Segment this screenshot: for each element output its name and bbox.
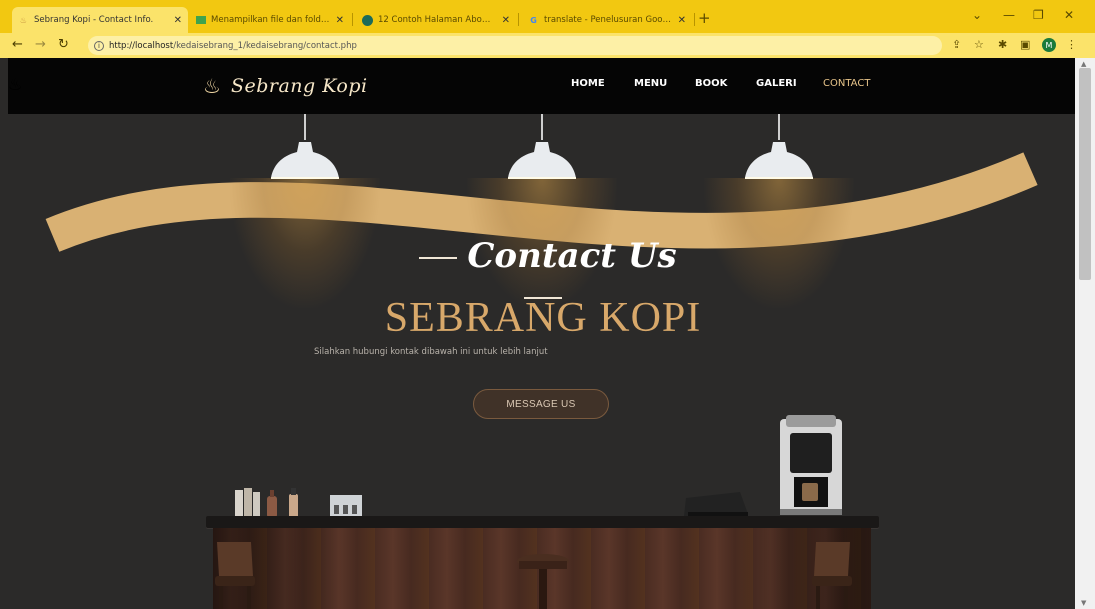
profile-avatar[interactable]: M <box>1042 38 1056 52</box>
title-dash-left <box>419 257 458 259</box>
browser-tabstrip: ♨ Sebrang Kopi - Contact Info. ✕ Menampi… <box>0 0 1095 33</box>
close-tab-icon[interactable]: ✕ <box>336 15 344 26</box>
page-title-text: Contact Us <box>467 236 677 276</box>
tab-menampilkan-file[interactable]: Menampilkan file dan folder ter ✕ <box>190 7 350 33</box>
site-logo[interactable]: ♨ Sebrang Kopi <box>203 74 368 98</box>
new-tab-button[interactable]: + <box>698 10 711 26</box>
bookmark-star-icon[interactable]: ☆ <box>974 38 984 52</box>
pendant-lamp <box>694 114 864 314</box>
bar-chair-right <box>812 542 852 609</box>
coffee-cup-icon: ♨ <box>203 74 221 98</box>
tab-title: Sebrang Kopi - Contact Info. <box>34 15 154 25</box>
tab-translate[interactable]: G translate - Penelusuran Google ✕ <box>522 7 692 33</box>
tab-contoh-halaman[interactable]: 12 Contoh Halaman About yang ✕ <box>356 7 516 33</box>
nav-home[interactable]: HOME <box>571 78 605 89</box>
extensions-icon[interactable]: ✱ <box>998 38 1007 52</box>
browser-toolbar: ← → ↻ i http://localhost/kedaisebrang_1/… <box>0 33 1095 58</box>
nav-contact[interactable]: CONTACT <box>823 78 870 89</box>
tab-sebrang-kopi[interactable]: ♨ Sebrang Kopi - Contact Info. ✕ <box>12 7 188 33</box>
google-icon: G <box>530 15 537 25</box>
site-navbar: ♨ Sebrang Kopi HOME MENU BOOK GALERI CON… <box>8 58 1075 252</box>
forward-icon[interactable]: → <box>35 37 46 53</box>
brand-heading: SEBRANG KOPI <box>384 295 702 341</box>
nav-book[interactable]: BOOK <box>695 78 727 89</box>
tab-title: Menampilkan file dan folder ter <box>211 15 330 25</box>
page-scrollbar[interactable]: ▲ ▼ <box>1075 58 1095 609</box>
pendant-lamp <box>220 114 390 314</box>
back-icon[interactable]: ← <box>12 37 23 53</box>
tab-divider <box>694 13 695 26</box>
nav-menu[interactable]: MENU <box>634 78 667 89</box>
glass-tray-image <box>330 495 362 517</box>
bar-chair-left <box>215 542 255 609</box>
side-panel-icon[interactable]: ▣ <box>1020 38 1030 52</box>
minimize-icon[interactable]: — <box>1003 8 1015 22</box>
scrollbar-thumb[interactable] <box>1079 68 1091 280</box>
cash-register-image <box>684 492 748 518</box>
close-tab-icon[interactable]: ✕ <box>678 15 686 26</box>
browser-menu-icon[interactable]: ⋮ <box>1066 38 1077 52</box>
espresso-machine-image <box>780 415 842 515</box>
hero-subtitle: Silahkan hubungi kontak dibawah ini untu… <box>314 347 548 357</box>
maximize-icon[interactable]: ❐ <box>1033 8 1044 22</box>
url-path: /kedaisebrang_1/kedaisebrang/contact.php <box>173 40 357 51</box>
bottles-image <box>235 488 298 518</box>
close-tab-icon[interactable]: ✕ <box>174 15 182 26</box>
site-icon <box>362 14 373 26</box>
nav-galeri[interactable]: GALERI <box>756 78 797 89</box>
scroll-down-icon[interactable]: ▼ <box>1081 599 1086 607</box>
reload-icon[interactable]: ↻ <box>58 37 69 53</box>
tab-search-icon[interactable]: ⌄ <box>972 8 982 22</box>
close-window-icon[interactable]: ✕ <box>1064 8 1074 22</box>
scroll-up-icon[interactable]: ▲ <box>1081 60 1086 68</box>
tab-title: translate - Penelusuran Google <box>544 15 672 25</box>
counter-top <box>206 516 879 528</box>
tab-divider <box>518 13 519 26</box>
logo-text: Sebrang Kopi <box>230 75 368 97</box>
bar-stool <box>517 554 569 609</box>
file-icon <box>196 16 206 24</box>
share-icon[interactable]: ⇪ <box>952 38 961 52</box>
url-host: http://localhost <box>109 40 174 51</box>
site-info-icon[interactable]: i <box>94 40 104 51</box>
message-us-button[interactable]: MESSAGE US <box>473 389 609 419</box>
active-coffee-cup-icon: ♨ <box>8 75 23 94</box>
close-tab-icon[interactable]: ✕ <box>502 15 510 26</box>
coffee-cup-icon: ♨ <box>19 15 28 25</box>
page-viewport: ♨ Sebrang Kopi HOME MENU BOOK GALERI CON… <box>8 58 1075 609</box>
address-bar[interactable]: i http://localhost/kedaisebrang_1/kedais… <box>88 36 942 55</box>
tab-title: 12 Contoh Halaman About yang <box>378 15 496 25</box>
tab-divider <box>352 13 353 26</box>
